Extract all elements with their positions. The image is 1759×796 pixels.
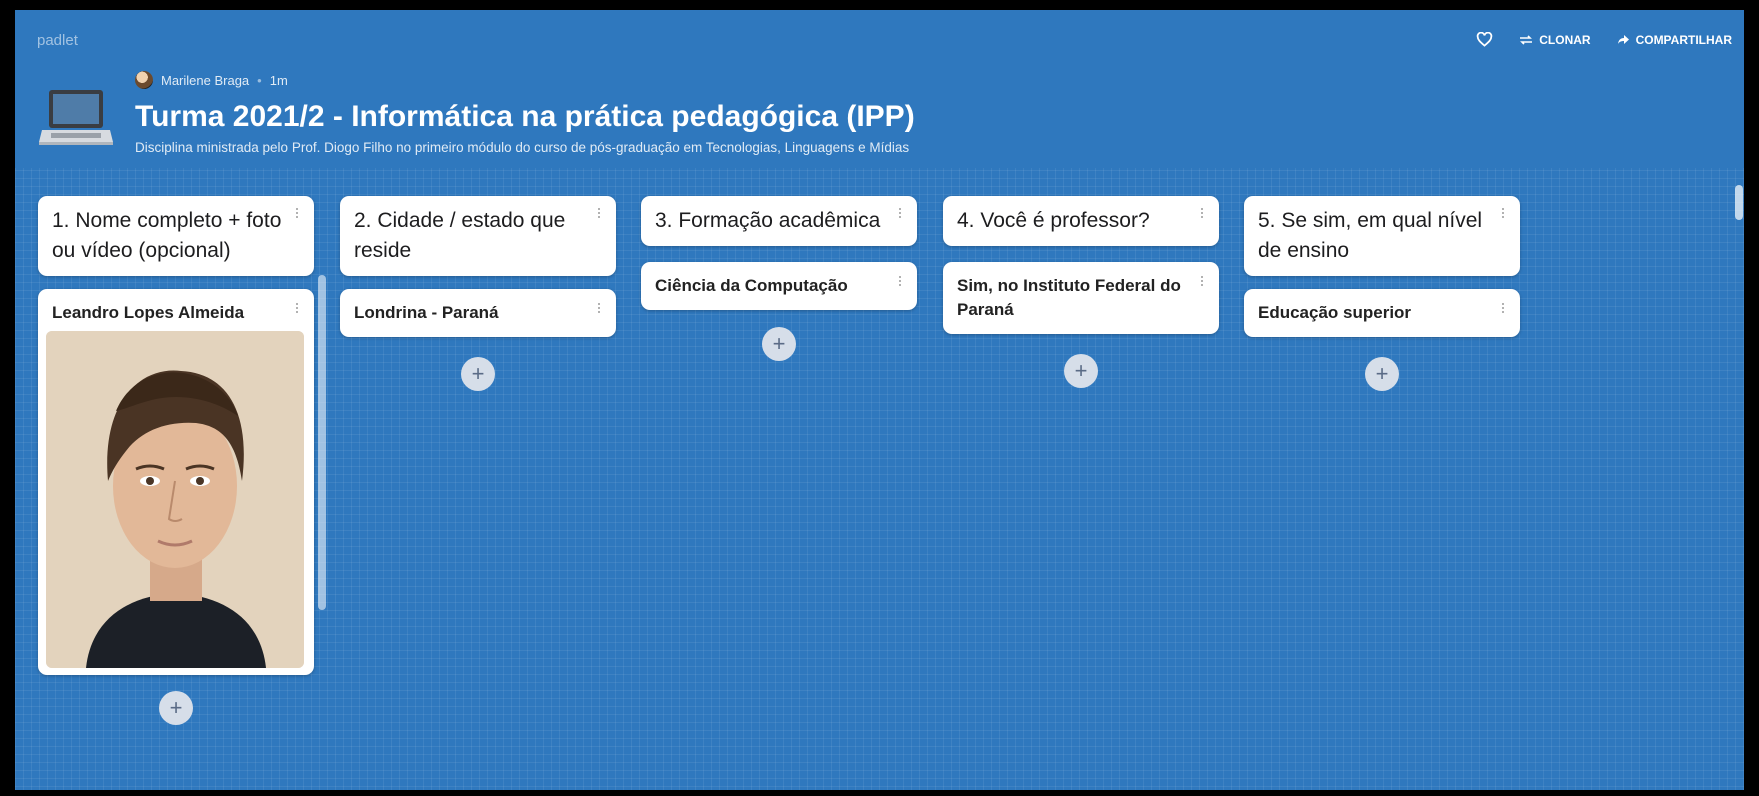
window-frame: padlet CLONAR COMPARTILHAR Marilene Brag… (0, 0, 1759, 796)
time-ago: 1m (269, 72, 288, 88)
header-actions: CLONAR COMPARTILHAR (1476, 32, 1732, 47)
post-menu-icon[interactable] (296, 303, 300, 313)
add-post-button[interactable]: + (159, 691, 193, 725)
share-label: COMPARTILHAR (1635, 32, 1732, 47)
post-menu-icon[interactable] (1502, 303, 1506, 313)
column-title: 5. Se sim, em qual nível de ensino (1258, 209, 1483, 262)
author-row: Marilene Braga • 1m (135, 71, 288, 89)
clone-label: CLONAR (1539, 32, 1591, 47)
post-text: Ciência da Computação (655, 276, 848, 295)
column-title: 3. Formação acadêmica (655, 209, 881, 232)
post-text: Leandro Lopes Almeida (52, 303, 245, 322)
column-3: 3. Formação acadêmica Ciência da Computa… (641, 196, 917, 361)
column-1: 1. Nome completo + foto ou vídeo (opcion… (38, 196, 314, 725)
column-header: 5. Se sim, em qual nível de ensino (1244, 196, 1520, 276)
column-2: 2. Cidade / estado que reside Londrina -… (340, 196, 616, 391)
padlet-logo[interactable]: padlet (37, 32, 78, 49)
profile-photo[interactable] (46, 331, 304, 668)
plus-icon: + (1375, 361, 1389, 386)
post-text: Sim, no Instituto Federal do Paraná (957, 276, 1181, 319)
clone-icon (1520, 34, 1533, 45)
board-header: padlet CLONAR COMPARTILHAR Marilene Brag… (15, 10, 1744, 168)
post-menu-icon[interactable] (899, 276, 903, 286)
column-menu-icon[interactable] (296, 208, 300, 218)
heart-icon (1477, 32, 1493, 47)
author-name[interactable]: Marilene Braga (161, 73, 249, 88)
plus-icon: + (1074, 358, 1088, 383)
like-button[interactable] (1476, 32, 1493, 47)
column-5: 5. Se sim, em qual nível de ensino Educa… (1244, 196, 1520, 391)
post-card[interactable]: Leandro Lopes Almeida (38, 289, 314, 675)
padlet-board: padlet CLONAR COMPARTILHAR Marilene Brag… (15, 10, 1744, 790)
post-text: Educação superior (1258, 303, 1412, 322)
column-menu-icon[interactable] (899, 208, 903, 218)
post-card[interactable]: Londrina - Paraná (340, 289, 616, 337)
column-menu-icon[interactable] (1502, 208, 1506, 218)
plus-icon: + (471, 361, 485, 386)
column-header: 4. Você é professor? (943, 196, 1219, 246)
column-menu-icon[interactable] (1201, 208, 1205, 218)
clone-button[interactable]: CLONAR (1519, 32, 1591, 47)
post-menu-icon[interactable] (1201, 276, 1205, 286)
column-header: 3. Formação acadêmica (641, 196, 917, 246)
column-title: 1. Nome completo + foto ou vídeo (opcion… (52, 209, 282, 262)
plus-icon: + (772, 331, 786, 356)
post-card[interactable]: Sim, no Instituto Federal do Paraná (943, 262, 1219, 334)
column-menu-icon[interactable] (598, 208, 602, 218)
laptop-icon (39, 90, 113, 145)
add-post-button[interactable]: + (461, 357, 495, 391)
post-card[interactable]: Ciência da Computação (641, 262, 917, 310)
board-subtitle: Disciplina ministrada pelo Prof. Diogo F… (135, 140, 910, 155)
plus-icon: + (169, 695, 183, 720)
add-post-button[interactable]: + (1064, 354, 1098, 388)
board-scrollbar[interactable] (1735, 185, 1743, 220)
column-header: 2. Cidade / estado que reside (340, 196, 616, 276)
column-title: 2. Cidade / estado que reside (354, 209, 566, 262)
separator-dot: • (257, 72, 262, 88)
post-menu-icon[interactable] (598, 303, 602, 313)
avatar[interactable] (135, 71, 153, 89)
add-post-button[interactable]: + (762, 327, 796, 361)
post-text: Londrina - Paraná (354, 303, 499, 322)
board-title: Turma 2021/2 - Informática na prática pe… (135, 100, 915, 133)
column-scrollbar[interactable] (318, 275, 326, 610)
post-card[interactable]: Educação superior (1244, 289, 1520, 337)
share-icon (1617, 35, 1629, 44)
add-post-button[interactable]: + (1365, 357, 1399, 391)
share-button[interactable]: COMPARTILHAR (1617, 33, 1732, 47)
column-4: 4. Você é professor? Sim, no Instituto F… (943, 196, 1219, 388)
column-header: 1. Nome completo + foto ou vídeo (opcion… (38, 196, 314, 276)
column-title: 4. Você é professor? (957, 209, 1150, 232)
